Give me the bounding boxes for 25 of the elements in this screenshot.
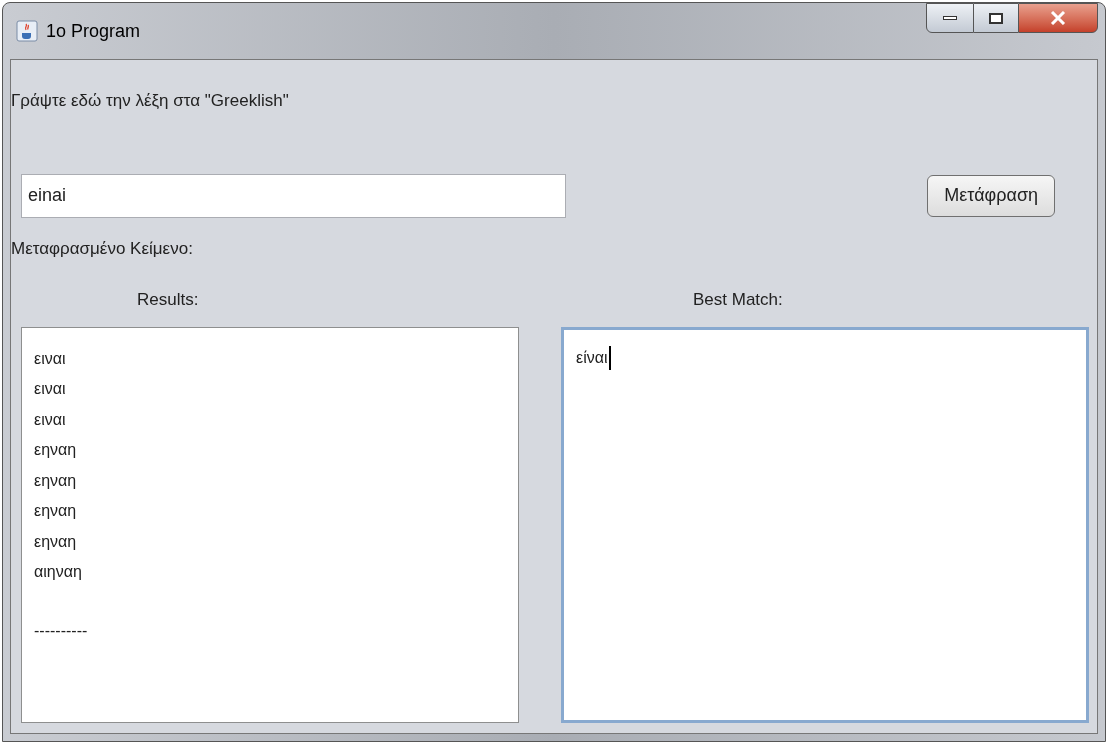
result-line: ειναι: [34, 379, 66, 399]
separator-line: ----------: [34, 620, 88, 641]
maximize-button[interactable]: [974, 3, 1018, 33]
output-label: Μεταφρασμένο Κείμενο:: [11, 237, 193, 260]
translate-button[interactable]: Μετάφραση: [927, 174, 1055, 217]
result-line: ειναι: [34, 348, 66, 369]
window-title: 1o Program: [46, 19, 141, 43]
prompt-label: Γράψτε εδώ την λέξη στα "Greeklish": [11, 90, 289, 112]
java-cup-icon: [16, 20, 38, 42]
best-match-text: είναι: [576, 345, 611, 370]
close-button[interactable]: [1018, 3, 1098, 33]
results-label: Results:: [137, 289, 199, 311]
close-icon: [1050, 11, 1066, 25]
best-match-label: Best Match:: [693, 289, 783, 311]
best-match-text-area[interactable]: είναι: [561, 326, 1089, 723]
result-line: ειναι: [34, 409, 66, 430]
result-line: αιηναη: [34, 562, 82, 582]
results-text-area[interactable]: ειναι ειναι ειναι εηναη εηναη εηναη εηναη αιηναη ----------: [21, 326, 519, 723]
minimize-button[interactable]: [926, 3, 974, 33]
result-line: εηναη: [34, 501, 77, 521]
result-line: εηναη: [34, 440, 77, 460]
result-line: εηναη: [34, 470, 77, 491]
greeklish-input-field[interactable]: einai: [21, 173, 566, 218]
text-cursor: [608, 345, 611, 370]
result-line: εηναη: [34, 531, 77, 552]
